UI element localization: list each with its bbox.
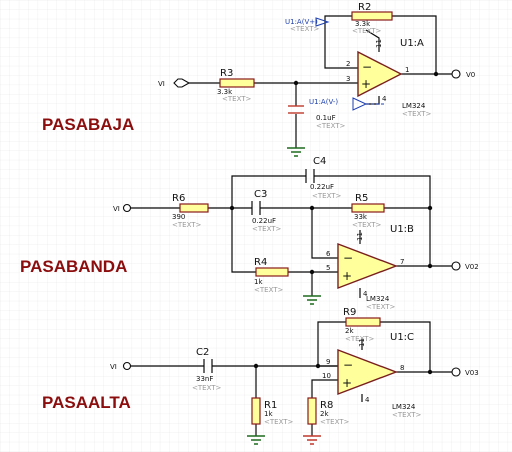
r9-ref: R9 <box>343 307 356 318</box>
junction-c2 <box>315 363 321 369</box>
opamp-b-text: <TEXT> <box>366 303 396 311</box>
junction-a2 <box>433 71 439 77</box>
resistor-r6[interactable] <box>179 203 209 213</box>
opamp-a-plus: + <box>361 77 371 91</box>
resistor-r8[interactable] <box>307 397 317 425</box>
pin-a-3: 3 <box>346 75 350 83</box>
opamp-c-minus: − <box>343 358 353 372</box>
pin-c-4: 4 <box>365 396 370 404</box>
pin-b-6: 6 <box>326 250 331 258</box>
opamp-c-label: U1:C <box>390 332 414 343</box>
r5-ref: R5 <box>355 193 368 204</box>
r4-text: <TEXT> <box>254 286 284 294</box>
pin-c-11: 11 <box>358 338 366 347</box>
r6-ref: R6 <box>172 193 185 204</box>
input-terminal-b[interactable] <box>122 203 132 213</box>
pin-a-4: 4 <box>382 95 387 103</box>
junction-b5 <box>309 269 315 275</box>
r5-text: <TEXT> <box>352 221 382 229</box>
c4-text: <TEXT> <box>312 192 342 200</box>
pin-a-11: 11 <box>375 39 383 48</box>
r1-value: 1k <box>264 410 273 418</box>
resistor-r4[interactable] <box>255 267 289 277</box>
opamp-b-plus: + <box>342 269 352 283</box>
output-terminal-v03[interactable] <box>451 367 461 377</box>
c2-text: <TEXT> <box>192 384 222 392</box>
output-terminal-v02[interactable] <box>451 261 461 271</box>
pin-b-5: 5 <box>326 264 330 272</box>
r6-value: 390 <box>172 213 185 221</box>
r3-ref: R3 <box>220 68 233 79</box>
pin-b-7: 7 <box>400 258 404 266</box>
pin-a-2: 2 <box>346 60 350 68</box>
opamp-c-part: LM324 <box>392 403 416 411</box>
c4-value: 0.22uF <box>310 183 334 191</box>
junction-b3 <box>427 205 433 211</box>
resistor-r2[interactable] <box>351 11 393 21</box>
pin-c-10: 10 <box>322 372 331 380</box>
resistor-r1[interactable] <box>251 397 261 425</box>
junction-c1 <box>253 363 259 369</box>
pin-c-8: 8 <box>400 364 404 372</box>
opamp-c-plus: + <box>342 376 352 390</box>
c3-ref: C3 <box>254 189 267 200</box>
r4-ref: R4 <box>254 257 267 268</box>
output-label-v0: V0 <box>466 71 475 79</box>
pin-b-11: 11 <box>356 232 364 241</box>
output-terminal-v0[interactable] <box>451 69 461 79</box>
opamp-c-text: <TEXT> <box>392 411 422 419</box>
opamp-b-minus: − <box>343 251 353 265</box>
pin-c-9: 9 <box>326 358 330 366</box>
r2-text: <TEXT> <box>352 27 382 35</box>
opamp-a-part: LM324 <box>402 102 426 110</box>
resistor-r3[interactable] <box>219 78 255 88</box>
junction-c3 <box>427 369 433 375</box>
resistor-r5[interactable] <box>351 203 385 213</box>
vi-label-a: VI <box>158 80 165 88</box>
r1-text: <TEXT> <box>264 418 294 426</box>
input-terminal-c[interactable] <box>122 361 132 371</box>
r4-value: 1k <box>254 278 263 286</box>
junction-b1 <box>229 205 235 211</box>
r9-value: 2k <box>345 327 354 335</box>
c3-value: 0.22uF <box>252 217 276 225</box>
opamp-b-part: LM324 <box>366 295 390 303</box>
schematic-canvas: PASABAJA PASABANDA PASAALTA R2 3.3k <TEX… <box>0 0 512 452</box>
r8-text: <TEXT> <box>320 418 350 426</box>
c1-value: 0.1uF <box>316 114 336 122</box>
c4-ref: C4 <box>313 156 326 167</box>
pin-a-1: 1 <box>405 66 409 74</box>
resistor-r9[interactable] <box>345 317 381 327</box>
title-lowpass: PASABAJA <box>42 115 134 134</box>
supply-neg-label: U1:A(V-) <box>309 98 338 106</box>
r5-value: 33k <box>354 213 368 221</box>
c3-text: <TEXT> <box>252 225 282 233</box>
r3-text: <TEXT> <box>222 95 252 103</box>
junction-b2 <box>309 205 315 211</box>
title-highpass: PASAALTA <box>42 393 131 412</box>
vi-label-b: VI <box>113 205 120 213</box>
junction-a1 <box>293 80 299 86</box>
output-label-v02: V02 <box>465 263 479 271</box>
opamp-a-label: U1:A <box>400 38 424 49</box>
output-label-v03: V03 <box>465 369 479 377</box>
r6-text: <TEXT> <box>172 221 202 229</box>
r2-ref: R2 <box>358 2 371 13</box>
title-bandpass: PASABANDA <box>20 257 127 276</box>
supply-pos-text: <TEXT> <box>290 25 320 33</box>
junction-b4 <box>427 263 433 269</box>
c2-value: 33nF <box>196 375 213 383</box>
opamp-a-minus: − <box>362 60 372 74</box>
opamp-a-text: <TEXT> <box>402 110 432 118</box>
vi-label-c: VI <box>110 363 117 371</box>
c1-text: <TEXT> <box>316 122 346 130</box>
c2-ref: C2 <box>196 347 209 358</box>
opamp-b-label: U1:B <box>390 224 414 235</box>
r8-value: 2k <box>320 410 329 418</box>
